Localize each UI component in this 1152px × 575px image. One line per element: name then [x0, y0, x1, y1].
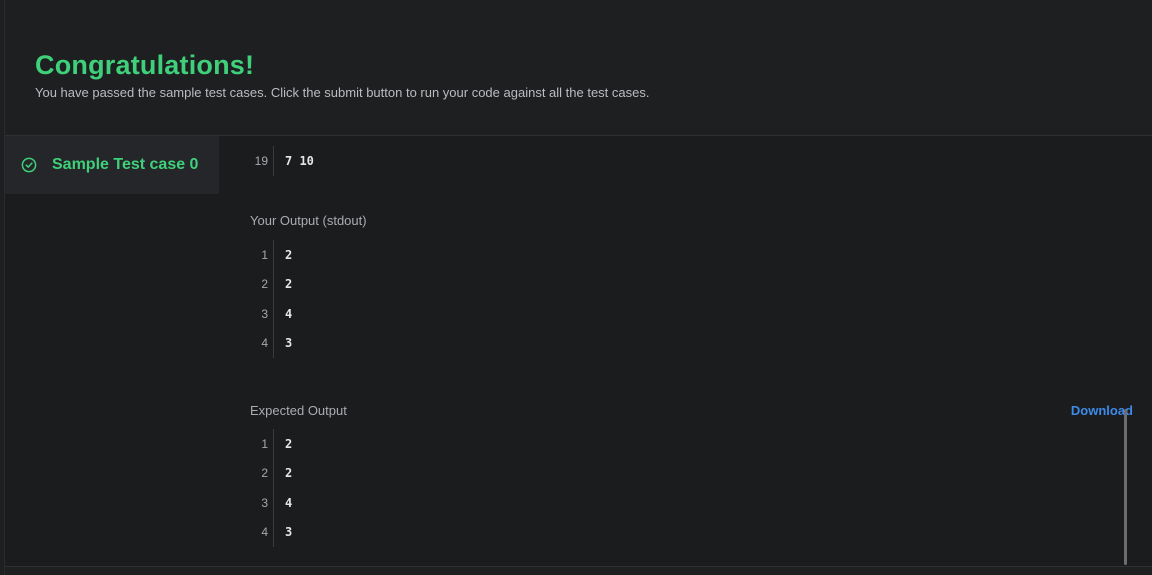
tab-sample-test-case-0[interactable]: Sample Test case 0 — [5, 136, 219, 194]
line-value: 7 10 — [285, 153, 314, 168]
expected-output-label: Expected Output — [250, 403, 347, 418]
code-line: 1 2 — [249, 429, 449, 459]
line-number: 2 — [261, 466, 268, 481]
code-line: 3 4 — [249, 488, 449, 518]
line-number: 3 — [261, 306, 268, 321]
vertical-scrollbar[interactable] — [1124, 409, 1127, 565]
line-number: 2 — [261, 277, 268, 292]
line-value: 2 — [285, 466, 293, 481]
line-value: 2 — [285, 436, 293, 451]
your-output-label: Your Output (stdout) — [250, 213, 367, 228]
your-output-block: 1 2 2 2 3 4 4 3 — [249, 240, 449, 358]
line-value: 4 — [285, 495, 293, 510]
line-number: 3 — [261, 495, 268, 510]
line-number: 1 — [261, 436, 268, 451]
line-value: 4 — [285, 306, 293, 321]
expected-output-block: 1 2 2 2 3 4 4 3 — [249, 429, 449, 547]
line-value: 2 — [285, 277, 293, 292]
code-line: 2 2 — [249, 269, 449, 299]
testcase-detail: 19 7 10 Your Output (stdout) 1 2 2 2 3 4… — [249, 136, 1139, 566]
code-line: 19 7 10 — [249, 146, 449, 176]
line-number: 19 — [254, 153, 268, 168]
line-number: 4 — [261, 525, 268, 540]
code-line: 4 3 — [249, 328, 449, 358]
code-line: 4 3 — [249, 517, 449, 547]
check-circle-icon — [21, 157, 37, 173]
tab-label: Sample Test case 0 — [52, 156, 199, 173]
line-number: 1 — [261, 247, 268, 262]
line-number: 4 — [261, 336, 268, 351]
code-line: 1 2 — [249, 240, 449, 270]
code-line: 2 2 — [249, 458, 449, 488]
line-value: 2 — [285, 247, 293, 262]
results-panel: Congratulations! You have passed the sam… — [4, 0, 1152, 575]
page-title: Congratulations! — [35, 50, 255, 80]
line-value: 3 — [285, 525, 293, 540]
result-header: Congratulations! You have passed the sam… — [35, 50, 649, 100]
line-value: 3 — [285, 336, 293, 351]
result-message: You have passed the sample test cases. C… — [35, 85, 650, 100]
testcase-results: Sample Test case 0 19 7 10 Your Output (… — [5, 135, 1152, 567]
input-block: 19 7 10 — [249, 146, 449, 176]
code-line: 3 4 — [249, 299, 449, 329]
